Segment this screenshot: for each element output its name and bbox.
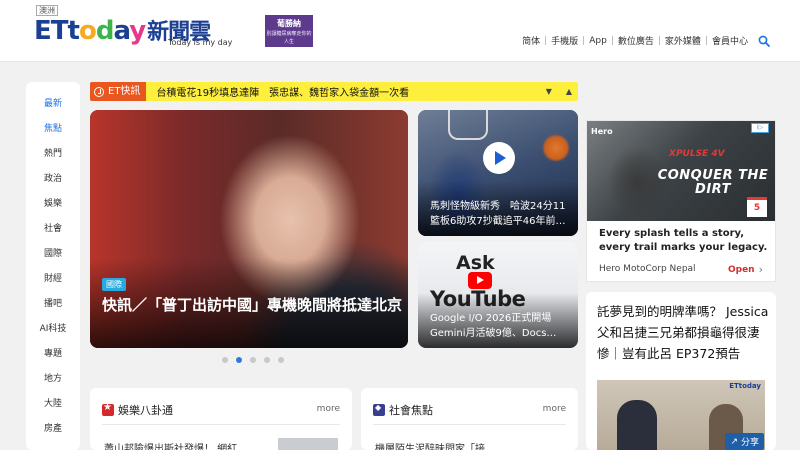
sidebar-item[interactable]: 娛樂: [26, 194, 80, 219]
ad-choices-icon[interactable]: i▷: [751, 123, 769, 133]
society-section-title: 社會焦點: [389, 404, 433, 417]
share-label: 分享: [740, 438, 759, 448]
list-item[interactable]: 機層陌生泥醉昧問家「接: [375, 440, 565, 450]
breaking-news-bar: ET快訊 台積電花19秒填息達陣 張忠謀、魏哲家入袋金額一次看 ▼ ▲: [90, 82, 578, 101]
ad-copy[interactable]: Every splash tells a story, every trail …: [599, 227, 769, 255]
diamond-icon: [373, 403, 385, 416]
chevron-down-icon[interactable]: ▼: [546, 87, 552, 96]
carousel-dot[interactable]: [222, 357, 228, 363]
sidebar-ad[interactable]: Hero XPULSE 4V CONQUER THE DIRT i▷ 5 Eve…: [586, 120, 776, 282]
logo-letter: a: [113, 16, 130, 46]
carousel-dot[interactable]: [236, 357, 242, 363]
ad-open-button[interactable]: Open ›: [728, 263, 763, 276]
carousel-dot[interactable]: [278, 357, 284, 363]
youtube-play-icon: [468, 272, 492, 289]
logo-letter: y: [129, 16, 146, 46]
list-item[interactable]: 蕭山邦險爆出斯社發爆！ 網紅: [104, 440, 274, 450]
header-ad-subtitle: 別讓糖尿病奪走你的人生: [266, 31, 312, 45]
story-card-headline[interactable]: Google I/O 2026正式開場 Gemini月活破9億、Docs…: [430, 311, 570, 341]
logo-letter: d: [95, 16, 115, 46]
sidebar-item[interactable]: 房產: [26, 419, 80, 444]
sidebar-item[interactable]: 政治: [26, 169, 80, 194]
star-icon: [102, 402, 114, 416]
story-card-basketball[interactable]: 馬刺怪物級新秀 哈波24分11籃板6助攻7抄截追平46年前…: [418, 110, 578, 236]
breaking-news-tag-label: ET快訊: [108, 86, 141, 97]
nav-mobile[interactable]: 手機版: [547, 34, 582, 47]
sidebar-item[interactable]: 國際: [26, 244, 80, 269]
entertainment-more-link[interactable]: more: [317, 404, 340, 414]
category-sidebar: 最新 焦點 熱門 政治 娛樂 社會 國際 財經 播吧 AI科技 專題 地方 大陸 房產: [26, 82, 80, 450]
logo-letter: t: [67, 16, 80, 46]
society-section-header[interactable]: 社會焦點: [373, 402, 433, 418]
nav-app[interactable]: App: [585, 36, 611, 46]
sidebar-item[interactable]: 熱門: [26, 144, 80, 169]
ask-youtube-text-ask: Ask: [456, 252, 495, 274]
nav-digital-ads[interactable]: 數位廣告: [614, 34, 658, 47]
share-button[interactable]: ↗ 分享: [725, 433, 764, 450]
breaking-news-headline[interactable]: 台積電花19秒填息達陣 張忠謀、魏哲家入袋金額一次看: [156, 84, 409, 99]
basketball-hoop-graphic: [448, 110, 488, 140]
thumbnail-logo: ETtoday: [729, 382, 761, 390]
hero-story[interactable]: 國際 快訊／「普丁出訪中國」專機晚間將抵達北京: [90, 110, 408, 348]
sidebar-item[interactable]: 社會: [26, 219, 80, 244]
ad-open-label: Open: [727, 264, 755, 275]
section-divider: [373, 424, 566, 425]
top-nav: 简体 | 手機版 | App | 數位廣告 | 家外媒體 | 會員中心: [518, 34, 770, 47]
logo-today: today: [67, 16, 147, 46]
carousel-dot[interactable]: [264, 357, 270, 363]
sidebar-item[interactable]: 地方: [26, 369, 80, 394]
story-card-headline[interactable]: 馬刺怪物級新秀 哈波24分11籃板6助攻7抄截追平46年前…: [430, 199, 570, 229]
clock-icon: [94, 86, 104, 97]
story-card-google-io[interactable]: Ask YouTube Google I/O 2026正式開場 Gemini月活…: [418, 242, 578, 348]
ad-brand-logo: Hero: [591, 127, 613, 136]
ad-headline: CONQUER THE DIRT: [657, 168, 769, 197]
society-section: 社會焦點 more 機層陌生泥醉昧問家「接: [361, 388, 578, 450]
play-icon[interactable]: [483, 142, 515, 174]
logo-et: ET: [34, 16, 68, 46]
logo-subtitle: Today is my day: [168, 38, 233, 47]
side-article[interactable]: 託夢見到的明牌準嗎？ Jessica父和呂捷三兄弟都損龜得很淒慘｜豈有此呂 EP…: [586, 292, 776, 450]
carousel-dots: [222, 357, 284, 363]
chevron-right-icon: ›: [758, 263, 763, 276]
side-article-title[interactable]: 託夢見到的明牌準嗎？ Jessica父和呂捷三兄弟都損龜得很淒慘｜豈有此呂 EP…: [597, 301, 769, 364]
sidebar-item[interactable]: 大陸: [26, 394, 80, 419]
sidebar-item[interactable]: 財經: [26, 269, 80, 294]
sidebar-item[interactable]: 焦點: [26, 119, 80, 144]
entertainment-section: 娛樂八卦通 more 蕭山邦險爆出斯社發爆！ 網紅: [90, 388, 352, 450]
ad-model-name: XPULSE 4V: [669, 149, 725, 159]
chevron-up-icon[interactable]: ▲: [566, 87, 572, 96]
search-icon[interactable]: [758, 35, 770, 47]
entertainment-section-header[interactable]: 娛樂八卦通: [102, 402, 173, 418]
ad-warranty-badge: 5: [747, 197, 767, 217]
person-figure: [617, 400, 657, 450]
hero-headline[interactable]: 快訊／「普丁出訪中國」專機晚間將抵達北京: [102, 294, 402, 317]
sidebar-ad-image[interactable]: Hero XPULSE 4V CONQUER THE DIRT i▷ 5: [587, 121, 775, 221]
sidebar-item[interactable]: AI科技: [26, 319, 80, 344]
carousel-dot[interactable]: [250, 357, 256, 363]
sidebar-item[interactable]: 專題: [26, 344, 80, 369]
breaking-news-controls: ▼ ▲: [546, 82, 572, 101]
logo-letter: o: [78, 16, 97, 46]
list-item-thumbnail[interactable]: [278, 438, 338, 450]
section-divider: [102, 424, 340, 425]
nav-simplified[interactable]: 简体: [518, 34, 544, 47]
ad-advertiser[interactable]: Hero MotoCorp Nepal: [599, 264, 696, 274]
nav-outdoor-media[interactable]: 家外媒體: [661, 34, 705, 47]
nav-member-center[interactable]: 會員中心: [708, 34, 752, 47]
hero-category-badge[interactable]: 國際: [102, 278, 126, 291]
society-more-link[interactable]: more: [543, 404, 566, 414]
entertainment-section-title: 娛樂八卦通: [118, 404, 173, 417]
header-ad-banner[interactable]: 葡勝納 別讓糖尿病奪走你的人生: [265, 15, 313, 47]
site-header: 澳洲 ET today 新聞雲 Today is my day 葡勝納 別讓糖尿…: [0, 0, 800, 62]
header-ad-title: 葡勝納: [277, 19, 301, 28]
sidebar-item[interactable]: 播吧: [26, 294, 80, 319]
breaking-news-tag: ET快訊: [90, 82, 147, 101]
sidebar-item[interactable]: 最新: [26, 94, 80, 119]
share-icon: ↗: [730, 436, 738, 447]
